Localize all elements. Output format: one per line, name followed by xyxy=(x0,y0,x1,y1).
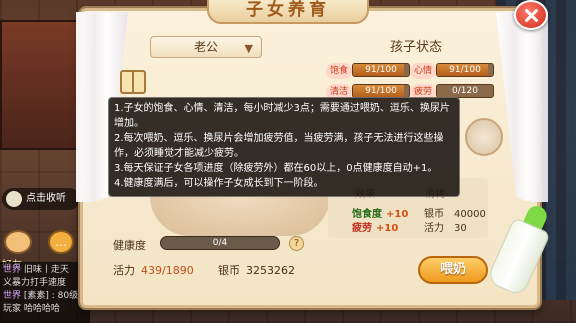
chat-icon[interactable]: … xyxy=(48,230,74,254)
health-bar: 0/4 xyxy=(160,236,280,250)
effect-satiety: 饱食度 +10 xyxy=(352,209,409,220)
stat-label-mood: 心情 xyxy=(410,63,436,79)
chat-line: 世界 旧味丨走天 xyxy=(3,265,69,275)
money-display: 银币 3253262 xyxy=(218,264,295,277)
tooltip-line: 3.每天保证子女各项进度（除疲劳外）都在60以上，0点健康度自动+1。 xyxy=(114,163,438,174)
stat-bar-clean: 91/100 xyxy=(352,84,410,98)
listen-label: 点击收听 xyxy=(26,193,66,204)
stat-bar-satiety: 91/100 xyxy=(352,63,410,77)
chat-line: 义暴力打手速度 xyxy=(3,278,67,288)
close-button[interactable] xyxy=(514,0,548,30)
listen-icon xyxy=(6,191,22,207)
tooltip-line: 1.子女的饱食、心情、清洁，每小时减少3点；需要通过喂奶、逗乐、换尿片增加。 xyxy=(114,103,450,129)
listen-button[interactable]: 点击收听 xyxy=(2,188,80,210)
tooltip-line: 2.每次喂奶、逗乐、换尿片会增加疲劳值，当疲劳满，孩子无法进行这些操作，必须睡觉… xyxy=(114,133,444,159)
cost-money: 银币 40000 xyxy=(424,209,486,220)
chat-log[interactable]: 世界 旧味丨走天 义暴力打手速度 世界 [素素] : 80级以上一起 玩家 哈哈… xyxy=(0,262,90,323)
tooltip-line: 4.健康度满后，可以操作子女成长到下一阶段。 xyxy=(114,178,324,189)
book-icon[interactable] xyxy=(120,70,146,94)
parent-select[interactable]: 老公 ▼ xyxy=(150,36,262,58)
child-action-button[interactable] xyxy=(465,118,503,156)
health-label: 健康度 xyxy=(113,239,146,252)
dialog-title: 子女养育 xyxy=(207,0,369,24)
rules-tooltip: 1.子女的饱食、心情、清洁，每小时减少3点；需要通过喂奶、逗乐、换尿片增加。 2… xyxy=(108,97,460,197)
parent-select-value: 老公 xyxy=(193,40,218,54)
health-value: 0/4 xyxy=(212,238,228,248)
stat-value: 0/120 xyxy=(452,86,478,96)
friends-icon[interactable] xyxy=(4,230,32,254)
stat-value: 91/100 xyxy=(365,65,397,75)
cost-vitality: 活力 30 xyxy=(424,223,467,234)
stat-value: 91/100 xyxy=(365,86,397,96)
stat-value: 91/100 xyxy=(449,65,481,75)
stat-bar-fatigue: 0/120 xyxy=(436,84,494,98)
chat-line: 世界 [素素] : 80级以上一起 xyxy=(3,291,90,301)
chevron-down-icon: ▼ xyxy=(244,42,253,55)
stat-label-satiety: 饱食 xyxy=(326,63,352,79)
help-icon[interactable]: ? xyxy=(289,236,304,251)
feed-milk-button[interactable]: 喂奶 xyxy=(418,256,488,284)
stat-bar-mood: 91/100 xyxy=(436,63,494,77)
crib-decoration xyxy=(150,196,330,236)
chat-line: 玩家 哈哈哈哈 xyxy=(3,304,60,314)
effect-fatigue: 疲劳 +10 xyxy=(352,223,399,234)
vitality-display: 活力 439/1890 xyxy=(113,264,194,277)
child-status-title: 孩子状态 xyxy=(390,40,443,55)
